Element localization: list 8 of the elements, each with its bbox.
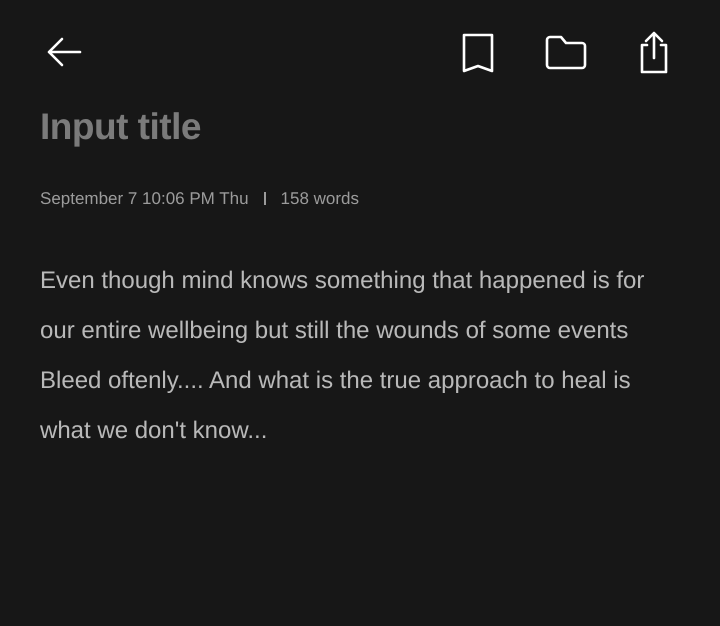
note-body-field[interactable]: Even though mind knows something that happened is for our entire wellbeing but still the wounds of some events Bleed oftenly.... And what is the true approach to heal is what we don't know...: [40, 256, 668, 456]
bookmark-icon: [461, 32, 495, 72]
back-arrow-icon: [46, 37, 82, 67]
folder-icon: [545, 34, 587, 70]
note-date: September 7 10:06 PM Thu: [40, 188, 249, 210]
word-count: 158 words: [280, 188, 359, 210]
title-field[interactable]: Input title: [40, 100, 680, 154]
share-icon: [638, 30, 670, 74]
